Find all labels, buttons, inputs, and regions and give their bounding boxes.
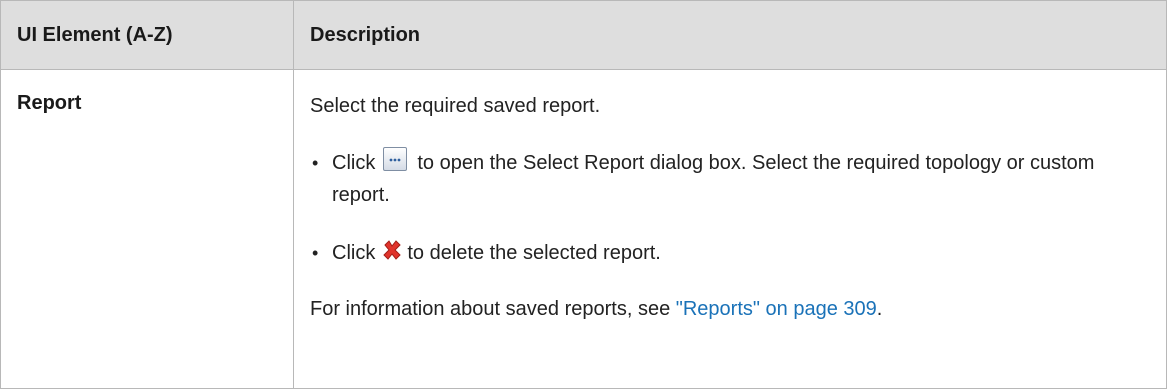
bullet-dot: • — [312, 243, 319, 263]
ui-element-table: UI Element (A-Z) Description Report Sele… — [0, 0, 1167, 389]
description-footer: For information about saved reports, see… — [310, 295, 1150, 323]
delete-x-icon — [383, 240, 402, 260]
table-row: Report Select the required saved report.… — [0, 69, 1167, 389]
footer-prefix: For information about saved reports, see — [310, 298, 676, 320]
bullet-text: to open the Select Report dialog box. Se… — [332, 152, 1095, 206]
description-intro: Select the required saved report. — [310, 95, 601, 117]
bullet-prefix: Click — [332, 242, 376, 264]
element-name: Report — [17, 92, 82, 114]
footer-suffix: . — [876, 298, 883, 320]
reports-page-link[interactable]: "Reports" on page 309 — [676, 298, 877, 320]
bullet-dot: • — [312, 153, 319, 173]
table-header-row: UI Element (A-Z) Description — [0, 0, 1167, 70]
bullet-prefix: Click — [332, 152, 376, 174]
header-description: Description — [293, 0, 1167, 70]
element-name-cell: Report — [0, 69, 294, 389]
description-bullets: • Click to open the Select Report dialog … — [310, 147, 1150, 269]
bullet-browse: • Click to open the Select Report dialog … — [310, 147, 1150, 211]
bullet-text: to delete the selected report. — [407, 242, 661, 264]
browse-ellipsis-icon — [383, 147, 408, 171]
header-ui-element: UI Element (A-Z) — [0, 0, 294, 70]
description-cell: Select the required saved report. • Clic… — [293, 69, 1167, 389]
bullet-delete: • Click to delete the selected report. — [310, 237, 1150, 269]
